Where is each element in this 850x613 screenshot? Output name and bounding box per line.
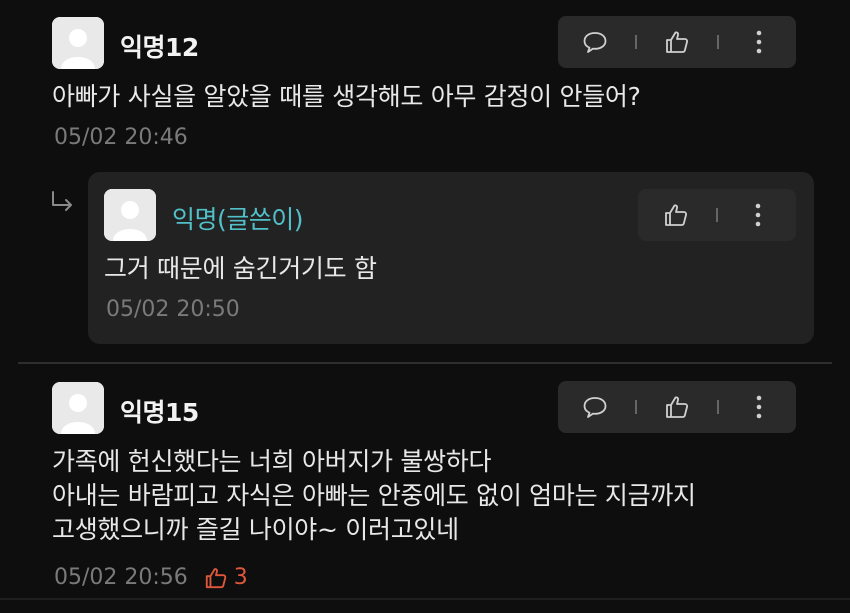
comment-timestamp: 05/02 20:46 <box>54 125 188 150</box>
action-separator <box>716 400 719 414</box>
user-avatar-icon <box>52 17 104 69</box>
divider <box>18 362 832 364</box>
more-vertical-icon[interactable] <box>744 392 774 422</box>
thumbs-up-icon[interactable] <box>662 27 692 57</box>
more-vertical-icon[interactable] <box>743 200 773 230</box>
thumbs-up-icon <box>205 567 227 588</box>
comment-meta: 05/02 20:46 <box>54 125 188 150</box>
comment-timestamp: 05/02 20:56 <box>54 565 188 590</box>
action-separator <box>635 400 638 414</box>
avatar[interactable] <box>52 17 104 69</box>
reply-author[interactable]: 익명(글쓴이) <box>172 200 304 236</box>
thumbs-up-icon[interactable] <box>661 200 691 230</box>
reply-text: 그거 때문에 숨긴거기도 함 <box>104 254 377 283</box>
comment-author[interactable]: 익명12 <box>120 28 199 64</box>
reply-meta: 05/02 20:50 <box>106 297 240 322</box>
comment-icon[interactable] <box>580 27 610 57</box>
comment-author[interactable]: 익명15 <box>120 393 199 429</box>
comment-text: 가족에 헌신했다는 너희 아버지가 불쌍하다 아내는 바람피고 자식은 아빠는 … <box>52 447 696 544</box>
comment-meta: 05/02 20:56 3 <box>54 565 248 590</box>
action-separator <box>716 35 719 49</box>
action-separator <box>635 35 638 49</box>
user-avatar-icon <box>104 189 156 241</box>
reply-timestamp: 05/02 20:50 <box>106 297 240 322</box>
reply-card: 익명(글쓴이) 그거 때문에 숨긴거기도 함 05/02 20:50 <box>88 172 814 344</box>
more-vertical-icon[interactable] <box>744 27 774 57</box>
avatar[interactable] <box>104 189 156 241</box>
reply-actions <box>638 189 796 241</box>
bottom-divider <box>0 598 850 600</box>
reply-arrow-icon <box>50 190 76 218</box>
comment-actions <box>558 381 796 433</box>
action-separator <box>715 208 718 222</box>
avatar[interactable] <box>52 382 104 434</box>
comment-icon[interactable] <box>580 392 610 422</box>
comment-text: 아빠가 사실을 알았을 때를 생각해도 아무 감정이 안들어? <box>52 82 641 111</box>
thumbs-up-icon[interactable] <box>662 392 692 422</box>
like-count-value: 3 <box>233 565 248 590</box>
comment-actions <box>558 16 796 68</box>
user-avatar-icon <box>52 382 104 434</box>
like-count: 3 <box>204 565 248 590</box>
